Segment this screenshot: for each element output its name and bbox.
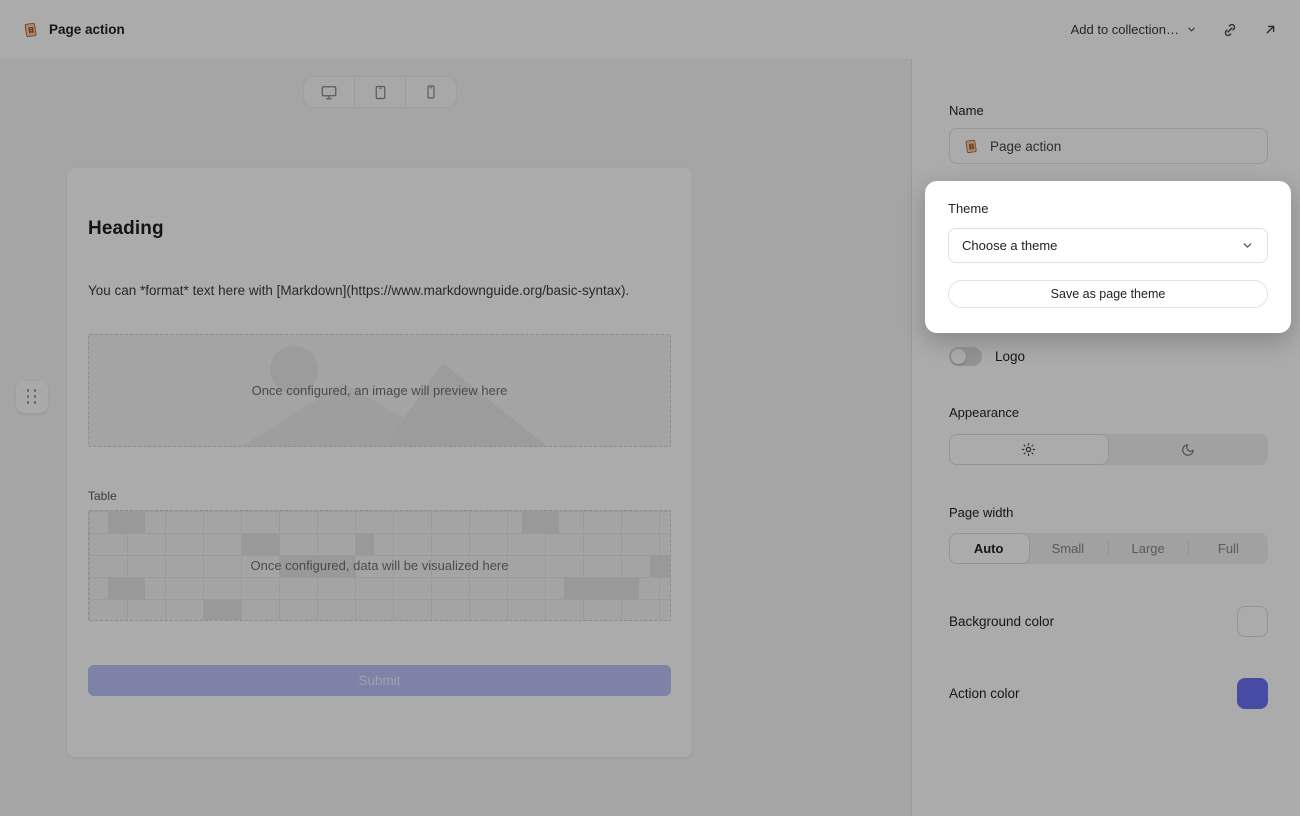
save-as-page-theme-button[interactable]: Save as page theme <box>948 280 1268 308</box>
theme-select-value: Choose a theme <box>962 238 1058 253</box>
app-window: Page action Add to collection… Heading Y… <box>0 0 1300 816</box>
spotlight-overlay <box>0 0 1300 816</box>
theme-select[interactable]: Choose a theme <box>948 228 1268 263</box>
theme-label: Theme <box>948 201 989 216</box>
theme-popover: Theme Choose a theme Save as page theme <box>925 181 1291 333</box>
chevron-down-icon <box>1241 239 1254 252</box>
